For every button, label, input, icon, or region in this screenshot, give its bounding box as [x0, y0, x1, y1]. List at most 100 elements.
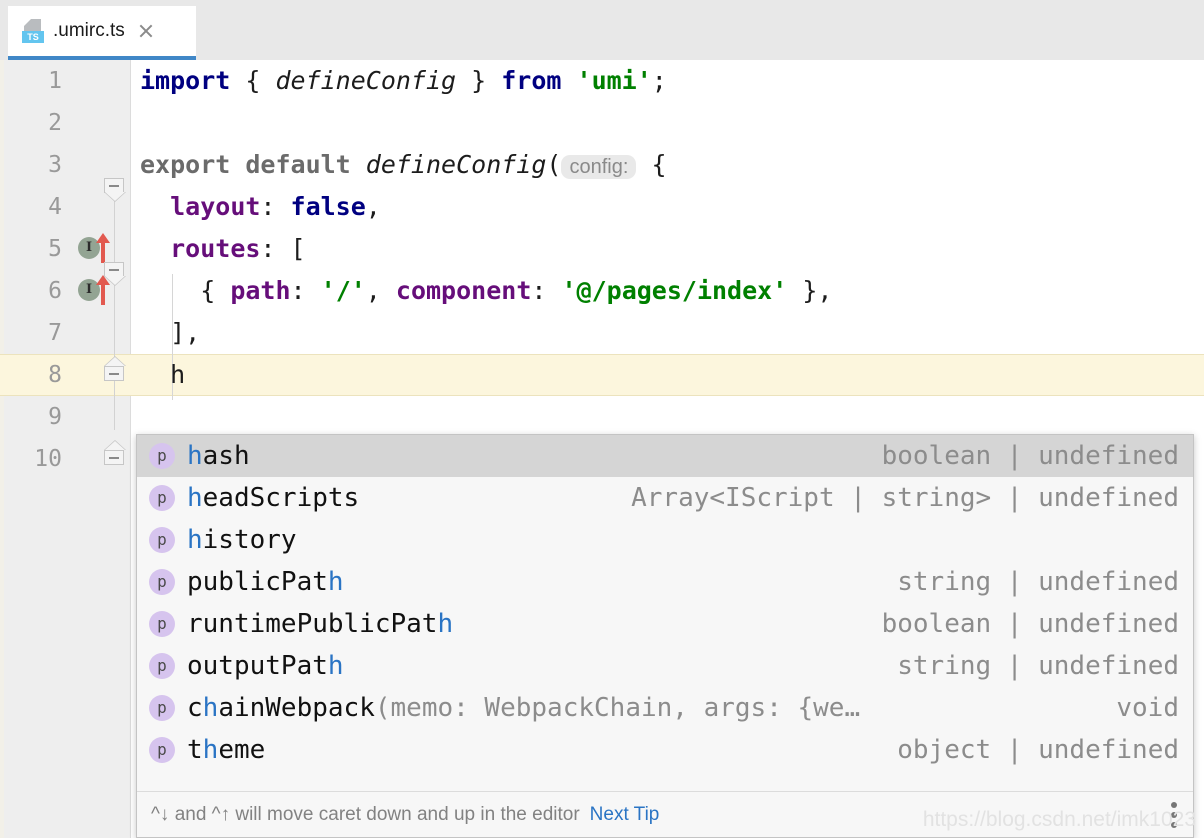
line-number: 3: [0, 144, 62, 186]
property-icon: p: [149, 653, 175, 679]
completion-item-type: object | undefined: [897, 735, 1179, 765]
completion-item[interactable]: p outputPath string | undefined: [137, 645, 1193, 687]
code-token: :: [260, 192, 290, 221]
tab-label: .umirc.ts: [53, 20, 125, 42]
code-line: 6 { path: '/', component: '@/pages/index…: [0, 270, 1204, 312]
code-token: h: [140, 360, 185, 389]
fold-marker-line-5[interactable]: [104, 262, 126, 288]
completion-item[interactable]: p runtimePublicPath boolean | undefined: [137, 603, 1193, 645]
completion-item-name: outputPath: [187, 651, 344, 681]
code-token: [140, 192, 170, 221]
code-token: },: [787, 276, 832, 305]
code-line: 5 routes: [: [0, 228, 1204, 270]
line-number: 10: [0, 438, 62, 480]
completion-item-name: chainWebpack: [187, 693, 375, 723]
line-number: 1: [0, 60, 62, 102]
completion-item-type: string | undefined: [897, 567, 1179, 597]
completion-item-signature: (memo: WebpackChain, args: {we…: [375, 693, 860, 723]
completion-item[interactable]: p publicPath string | undefined: [137, 561, 1193, 603]
line-number: 6: [0, 270, 62, 312]
property-icon: p: [149, 695, 175, 721]
next-tip-link[interactable]: Next Tip: [590, 804, 660, 826]
completion-item-type: void: [1116, 693, 1179, 723]
code-token: import: [140, 66, 230, 95]
completion-item-type: Array<IScript | string> | undefined: [631, 483, 1179, 513]
code-editor[interactable]: 1 import { defineConfig } from 'umi'; 23 ex…: [0, 60, 1204, 838]
code-token: ;: [652, 66, 667, 95]
code-line: 9: [0, 396, 1204, 438]
code-token: :: [531, 276, 561, 305]
code-line: 3 export default defineConfig(config: {: [0, 144, 1204, 186]
line-number: 2: [0, 102, 62, 144]
code-token: routes: [170, 234, 260, 263]
code-token: defineConfig: [275, 66, 456, 95]
code-token: :: [291, 276, 321, 305]
code-token: ,: [366, 276, 396, 305]
code-line: 7 ],: [0, 312, 1204, 354]
code-token: from: [501, 66, 561, 95]
code-token: false: [291, 192, 366, 221]
code-token: (: [546, 150, 561, 179]
completion-item-type: boolean | undefined: [882, 609, 1179, 639]
code-text: routes: [: [140, 228, 306, 270]
code-token: }: [456, 66, 501, 95]
property-icon: p: [149, 569, 175, 595]
property-icon: p: [149, 443, 175, 469]
line-number: 9: [0, 396, 62, 438]
completion-item[interactable]: phashboolean | undefined: [137, 435, 1193, 477]
code-token: export default: [140, 150, 366, 179]
code-token: '@/pages/index': [561, 276, 787, 305]
editor-tab-umirc-ts[interactable]: TS .umirc.ts: [8, 6, 196, 60]
code-token: [140, 234, 170, 263]
completion-item-type: string | undefined: [897, 651, 1179, 681]
code-token: layout: [170, 192, 260, 221]
property-icon: p: [149, 737, 175, 763]
code-completion-popup[interactable]: phashboolean | undefinedpheadScriptsArra…: [136, 434, 1194, 838]
completion-item-name: publicPath: [187, 567, 344, 597]
completion-hint-text: ^↓ and ^↑ will move caret down and up in…: [151, 804, 580, 826]
code-token: {: [140, 276, 230, 305]
code-text: export default defineConfig(config: {: [140, 144, 667, 188]
code-token: path: [230, 276, 290, 305]
fold-marker-line-9[interactable]: [104, 450, 126, 476]
code-line: 4 layout: false,: [0, 186, 1204, 228]
code-token: ,: [366, 192, 381, 221]
code-token: {: [636, 150, 666, 179]
watermark: https://blog.csdn.net/imk1023: [923, 808, 1196, 832]
code-token: '/': [321, 276, 366, 305]
fold-marker-line-7[interactable]: [104, 366, 126, 392]
code-token: 'umi': [577, 66, 652, 95]
completion-item-name: history: [187, 525, 297, 555]
editor-tab-bar: TS .umirc.ts: [0, 0, 1204, 60]
typescript-badge-label: TS: [22, 31, 44, 43]
completion-item[interactable]: p chainWebpack(memo: WebpackChain, args: …: [137, 687, 1193, 729]
close-icon[interactable]: [137, 22, 155, 40]
code-line: 1 import { defineConfig } from 'umi';: [0, 60, 1204, 102]
code-token: ],: [140, 318, 200, 347]
completion-item[interactable]: p headScripts Array<IScript | string> | un…: [137, 477, 1193, 519]
code-text: import { defineConfig } from 'umi';: [140, 60, 667, 102]
code-token: component: [396, 276, 531, 305]
property-icon: p: [149, 611, 175, 637]
code-token: config:: [561, 155, 636, 179]
completion-item-name: runtimePublicPath: [187, 609, 453, 639]
line-number: 7: [0, 312, 62, 354]
overriding-up-arrow-icon: [96, 233, 110, 263]
code-line: 8 h: [0, 354, 1204, 396]
completion-item-type: boolean | undefined: [882, 441, 1179, 471]
completion-item[interactable]: pthemeobject | undefined: [137, 729, 1193, 771]
completion-item[interactable]: p history: [137, 519, 1193, 561]
code-token: : [: [260, 234, 305, 263]
completion-item-name: headScripts: [187, 483, 359, 513]
code-text: { path: '/', component: '@/pages/index' …: [140, 270, 832, 312]
line-number: 5: [0, 228, 62, 270]
property-icon: p: [149, 485, 175, 511]
code-line: 2: [0, 102, 1204, 144]
property-icon: p: [149, 527, 175, 553]
ide-window: TS .umirc.ts 1 import { defineConfig } fr…: [0, 0, 1204, 838]
code-token: defineConfig: [366, 150, 547, 179]
completion-list[interactable]: phashboolean | undefinedpheadScriptsArra…: [137, 435, 1193, 793]
code-text: h: [140, 354, 185, 396]
fold-marker-line-3[interactable]: [104, 178, 126, 204]
line-number: 8: [0, 354, 62, 396]
